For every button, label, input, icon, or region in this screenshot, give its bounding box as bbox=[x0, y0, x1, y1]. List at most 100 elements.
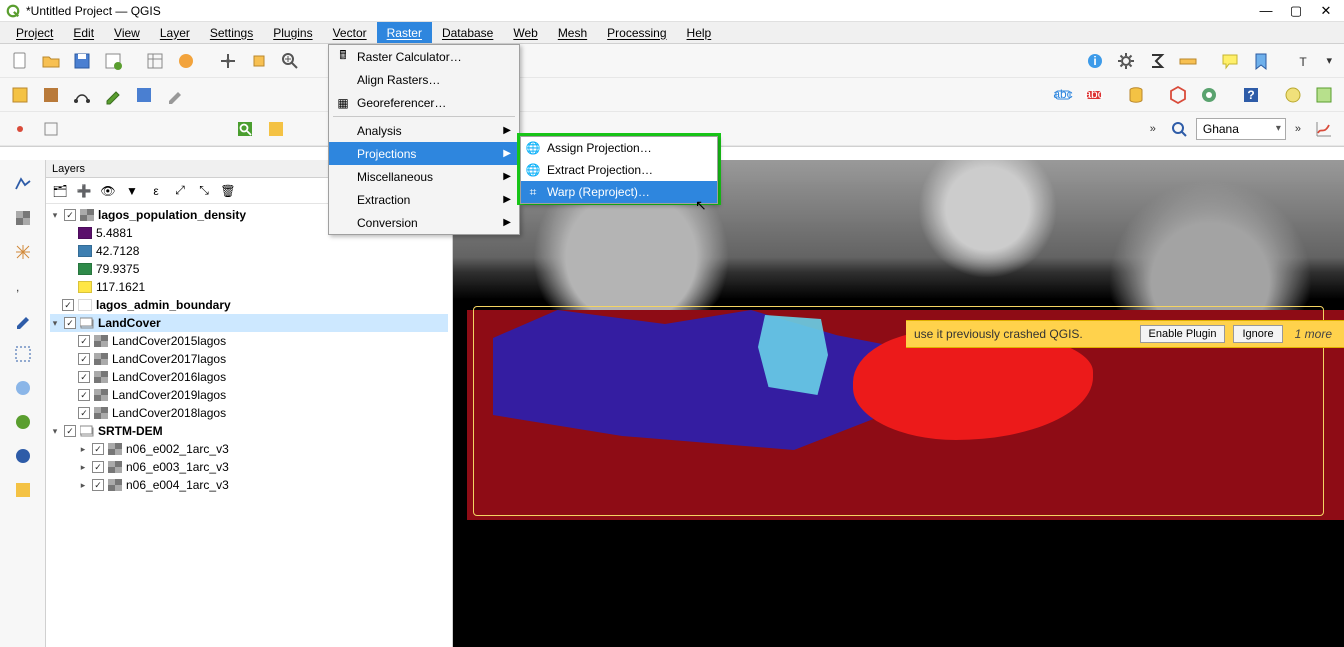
quick-osm-button[interactable] bbox=[262, 115, 290, 143]
tree-row[interactable]: ▾LandCover bbox=[50, 314, 448, 332]
plugin-tool-b-button[interactable] bbox=[1310, 81, 1338, 109]
tree-row[interactable]: ▸n06_e003_1arc_v3 bbox=[50, 458, 448, 476]
checkbox[interactable] bbox=[78, 371, 90, 383]
menu-database[interactable]: Database bbox=[432, 22, 503, 43]
menu-view[interactable]: View bbox=[104, 22, 150, 43]
menu-raster[interactable]: Raster bbox=[377, 22, 432, 43]
save-edits-button[interactable] bbox=[130, 81, 158, 109]
new-shapefile-button[interactable] bbox=[68, 81, 96, 109]
tree-row[interactable]: LandCover2019lagos bbox=[50, 386, 448, 404]
menu-project[interactable]: Project bbox=[6, 22, 63, 43]
plugin-tool-a-button[interactable] bbox=[1279, 81, 1307, 109]
tree-row[interactable]: 117.1621 bbox=[50, 278, 448, 296]
location-search-combo[interactable]: Ghana bbox=[1196, 118, 1286, 140]
expand-toggle[interactable]: ▸ bbox=[78, 480, 88, 491]
expand-all-icon[interactable]: ⤢ bbox=[170, 181, 190, 201]
analysis-item[interactable]: Analysis▶ bbox=[329, 119, 519, 142]
pan-button[interactable] bbox=[214, 47, 242, 75]
menu-web[interactable]: Web bbox=[503, 22, 547, 43]
menu-plugins[interactable]: Plugins bbox=[263, 22, 322, 43]
mesh-layer-icon[interactable] bbox=[9, 238, 37, 266]
style-manager-button[interactable] bbox=[172, 47, 200, 75]
menu-layer[interactable]: Layer bbox=[150, 22, 200, 43]
toolbar-overflow-icon[interactable]: ▾ bbox=[1320, 54, 1338, 67]
tree-row[interactable]: LandCover2016lagos bbox=[50, 368, 448, 386]
expand-toggle[interactable]: ▾ bbox=[50, 426, 60, 437]
ignore-button[interactable]: Ignore bbox=[1233, 325, 1282, 343]
open-project-button[interactable] bbox=[37, 47, 65, 75]
remove-layer-icon[interactable]: 🗑 bbox=[218, 181, 238, 201]
layer-tree[interactable]: ▾lagos_population_density5.488142.712879… bbox=[46, 204, 452, 647]
style-preset-icon[interactable]: 🗂 bbox=[50, 181, 70, 201]
add-group-icon[interactable]: ➕ bbox=[74, 181, 94, 201]
osm-icon[interactable] bbox=[1195, 81, 1223, 109]
vector-layer-icon[interactable] bbox=[9, 170, 37, 198]
new-project-button[interactable] bbox=[6, 47, 34, 75]
enable-plugin-button[interactable]: Enable Plugin bbox=[1140, 325, 1226, 343]
add-vector-button[interactable] bbox=[6, 81, 34, 109]
virtual-layer-icon[interactable] bbox=[9, 340, 37, 368]
layout-manager-button[interactable] bbox=[141, 47, 169, 75]
toggle-editing-button[interactable] bbox=[99, 81, 127, 109]
menu-mesh[interactable]: Mesh bbox=[548, 22, 597, 43]
tree-row[interactable]: ▸n06_e004_1arc_v3 bbox=[50, 476, 448, 494]
collapse-all-icon[interactable]: ⤡ bbox=[194, 181, 214, 201]
edit-tool-button[interactable] bbox=[161, 81, 189, 109]
map-canvas[interactable]: use it previously crashed QGIS. Enable P… bbox=[453, 160, 1344, 647]
tree-row[interactable]: lagos_admin_boundary bbox=[50, 296, 448, 314]
maximize-button[interactable]: ▢ bbox=[1290, 5, 1302, 17]
new-print-layout-button[interactable] bbox=[99, 47, 127, 75]
conversion-item[interactable]: Conversion▶ bbox=[329, 211, 519, 234]
menu-edit[interactable]: Edit bbox=[63, 22, 104, 43]
filter-legend-icon[interactable]: ▼ bbox=[122, 181, 142, 201]
checkbox[interactable] bbox=[62, 299, 74, 311]
georeferencer-item[interactable]: ▦Georeferencer… bbox=[329, 91, 519, 114]
tree-row[interactable]: ▸n06_e002_1arc_v3 bbox=[50, 440, 448, 458]
tree-row[interactable]: 42.7128 bbox=[50, 242, 448, 260]
close-button[interactable]: ✕ bbox=[1320, 5, 1332, 17]
text-annotation-button[interactable]: T bbox=[1289, 47, 1317, 75]
wcs-icon[interactable] bbox=[9, 442, 37, 470]
expand-toggle[interactable]: ▸ bbox=[78, 444, 88, 455]
help-icon[interactable]: ? bbox=[1237, 81, 1265, 109]
chart-tool-button[interactable] bbox=[1310, 115, 1338, 143]
extract-projection-item[interactable]: 🌐Extract Projection… bbox=[521, 159, 717, 181]
raster-layer-icon[interactable] bbox=[9, 204, 37, 232]
extraction-item[interactable]: Extraction▶ bbox=[329, 188, 519, 211]
more-notifications[interactable]: 1 more bbox=[1291, 327, 1336, 341]
database-icon[interactable] bbox=[1122, 81, 1150, 109]
expand-toggle[interactable]: ▾ bbox=[50, 210, 60, 221]
map-tips-button[interactable] bbox=[1216, 47, 1244, 75]
menu-settings[interactable]: Settings bbox=[200, 22, 263, 43]
quick-search-loc-button[interactable] bbox=[1165, 115, 1193, 143]
topology-tool-button[interactable] bbox=[37, 115, 65, 143]
tree-row[interactable]: 79.9375 bbox=[50, 260, 448, 278]
wfs-icon[interactable] bbox=[9, 408, 37, 436]
miscellaneous-item[interactable]: Miscellaneous▶ bbox=[329, 165, 519, 188]
toolbar3-overflow-right-icon[interactable]: » bbox=[1289, 123, 1307, 135]
visibility-icon[interactable]: 👁 bbox=[98, 181, 118, 201]
checkbox[interactable] bbox=[64, 317, 76, 329]
measure-button[interactable] bbox=[1174, 47, 1202, 75]
expand-toggle[interactable]: ▾ bbox=[50, 318, 60, 329]
pencil-icon[interactable] bbox=[9, 306, 37, 334]
checkbox[interactable] bbox=[64, 209, 76, 221]
quick-search-button[interactable] bbox=[231, 115, 259, 143]
tree-row[interactable]: LandCover2017lagos bbox=[50, 350, 448, 368]
add-raster-button[interactable] bbox=[37, 81, 65, 109]
delimited-text-icon[interactable]: , bbox=[9, 272, 37, 300]
checkbox[interactable] bbox=[64, 425, 76, 437]
tree-row[interactable]: ▾SRTM-DEM bbox=[50, 422, 448, 440]
checkbox[interactable] bbox=[78, 389, 90, 401]
xyz-icon[interactable] bbox=[9, 476, 37, 504]
checkbox[interactable] bbox=[78, 407, 90, 419]
save-project-button[interactable] bbox=[68, 47, 96, 75]
checkbox[interactable] bbox=[78, 353, 90, 365]
menu-processing[interactable]: Processing bbox=[597, 22, 676, 43]
gear-icon[interactable] bbox=[1112, 47, 1140, 75]
tree-row[interactable]: LandCover2018lagos bbox=[50, 404, 448, 422]
hexagon-icon[interactable] bbox=[1164, 81, 1192, 109]
checkbox[interactable] bbox=[78, 335, 90, 347]
snap-tool-button[interactable] bbox=[6, 115, 34, 143]
projections-item[interactable]: Projections▶ bbox=[329, 142, 519, 165]
